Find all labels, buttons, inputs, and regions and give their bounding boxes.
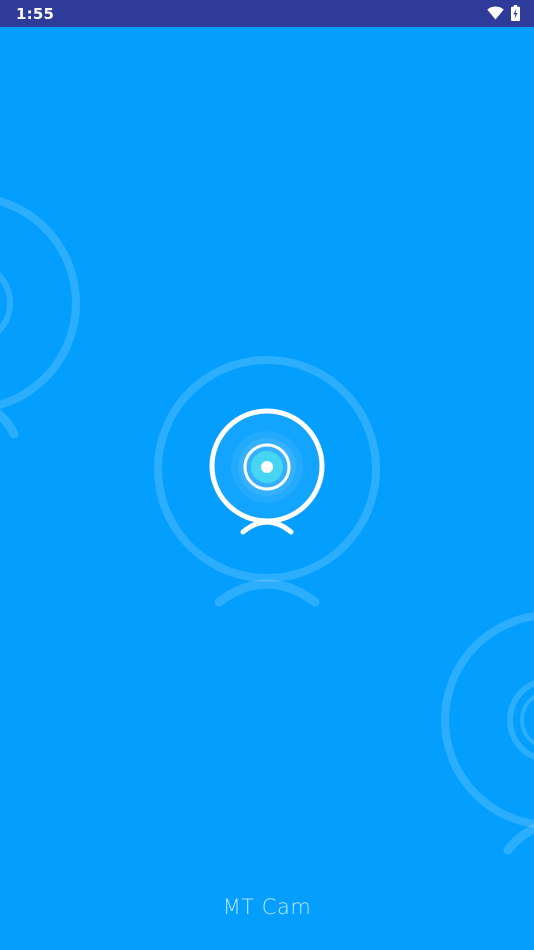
decorative-webcam-icon [0, 197, 80, 439]
status-time: 1:55 [16, 5, 55, 23]
webcam-icon [209, 408, 325, 535]
decorative-webcam-icon [441, 612, 534, 855]
splash-screen: 1:55 MT Cam [0, 0, 534, 950]
status-icons [487, 5, 520, 26]
background-webcam-decorations [0, 197, 534, 855]
status-bar: 1:55 [0, 0, 534, 27]
app-name: MT Cam [222, 895, 312, 919]
wifi-icon [487, 6, 504, 25]
battery-charging-icon [511, 5, 520, 26]
